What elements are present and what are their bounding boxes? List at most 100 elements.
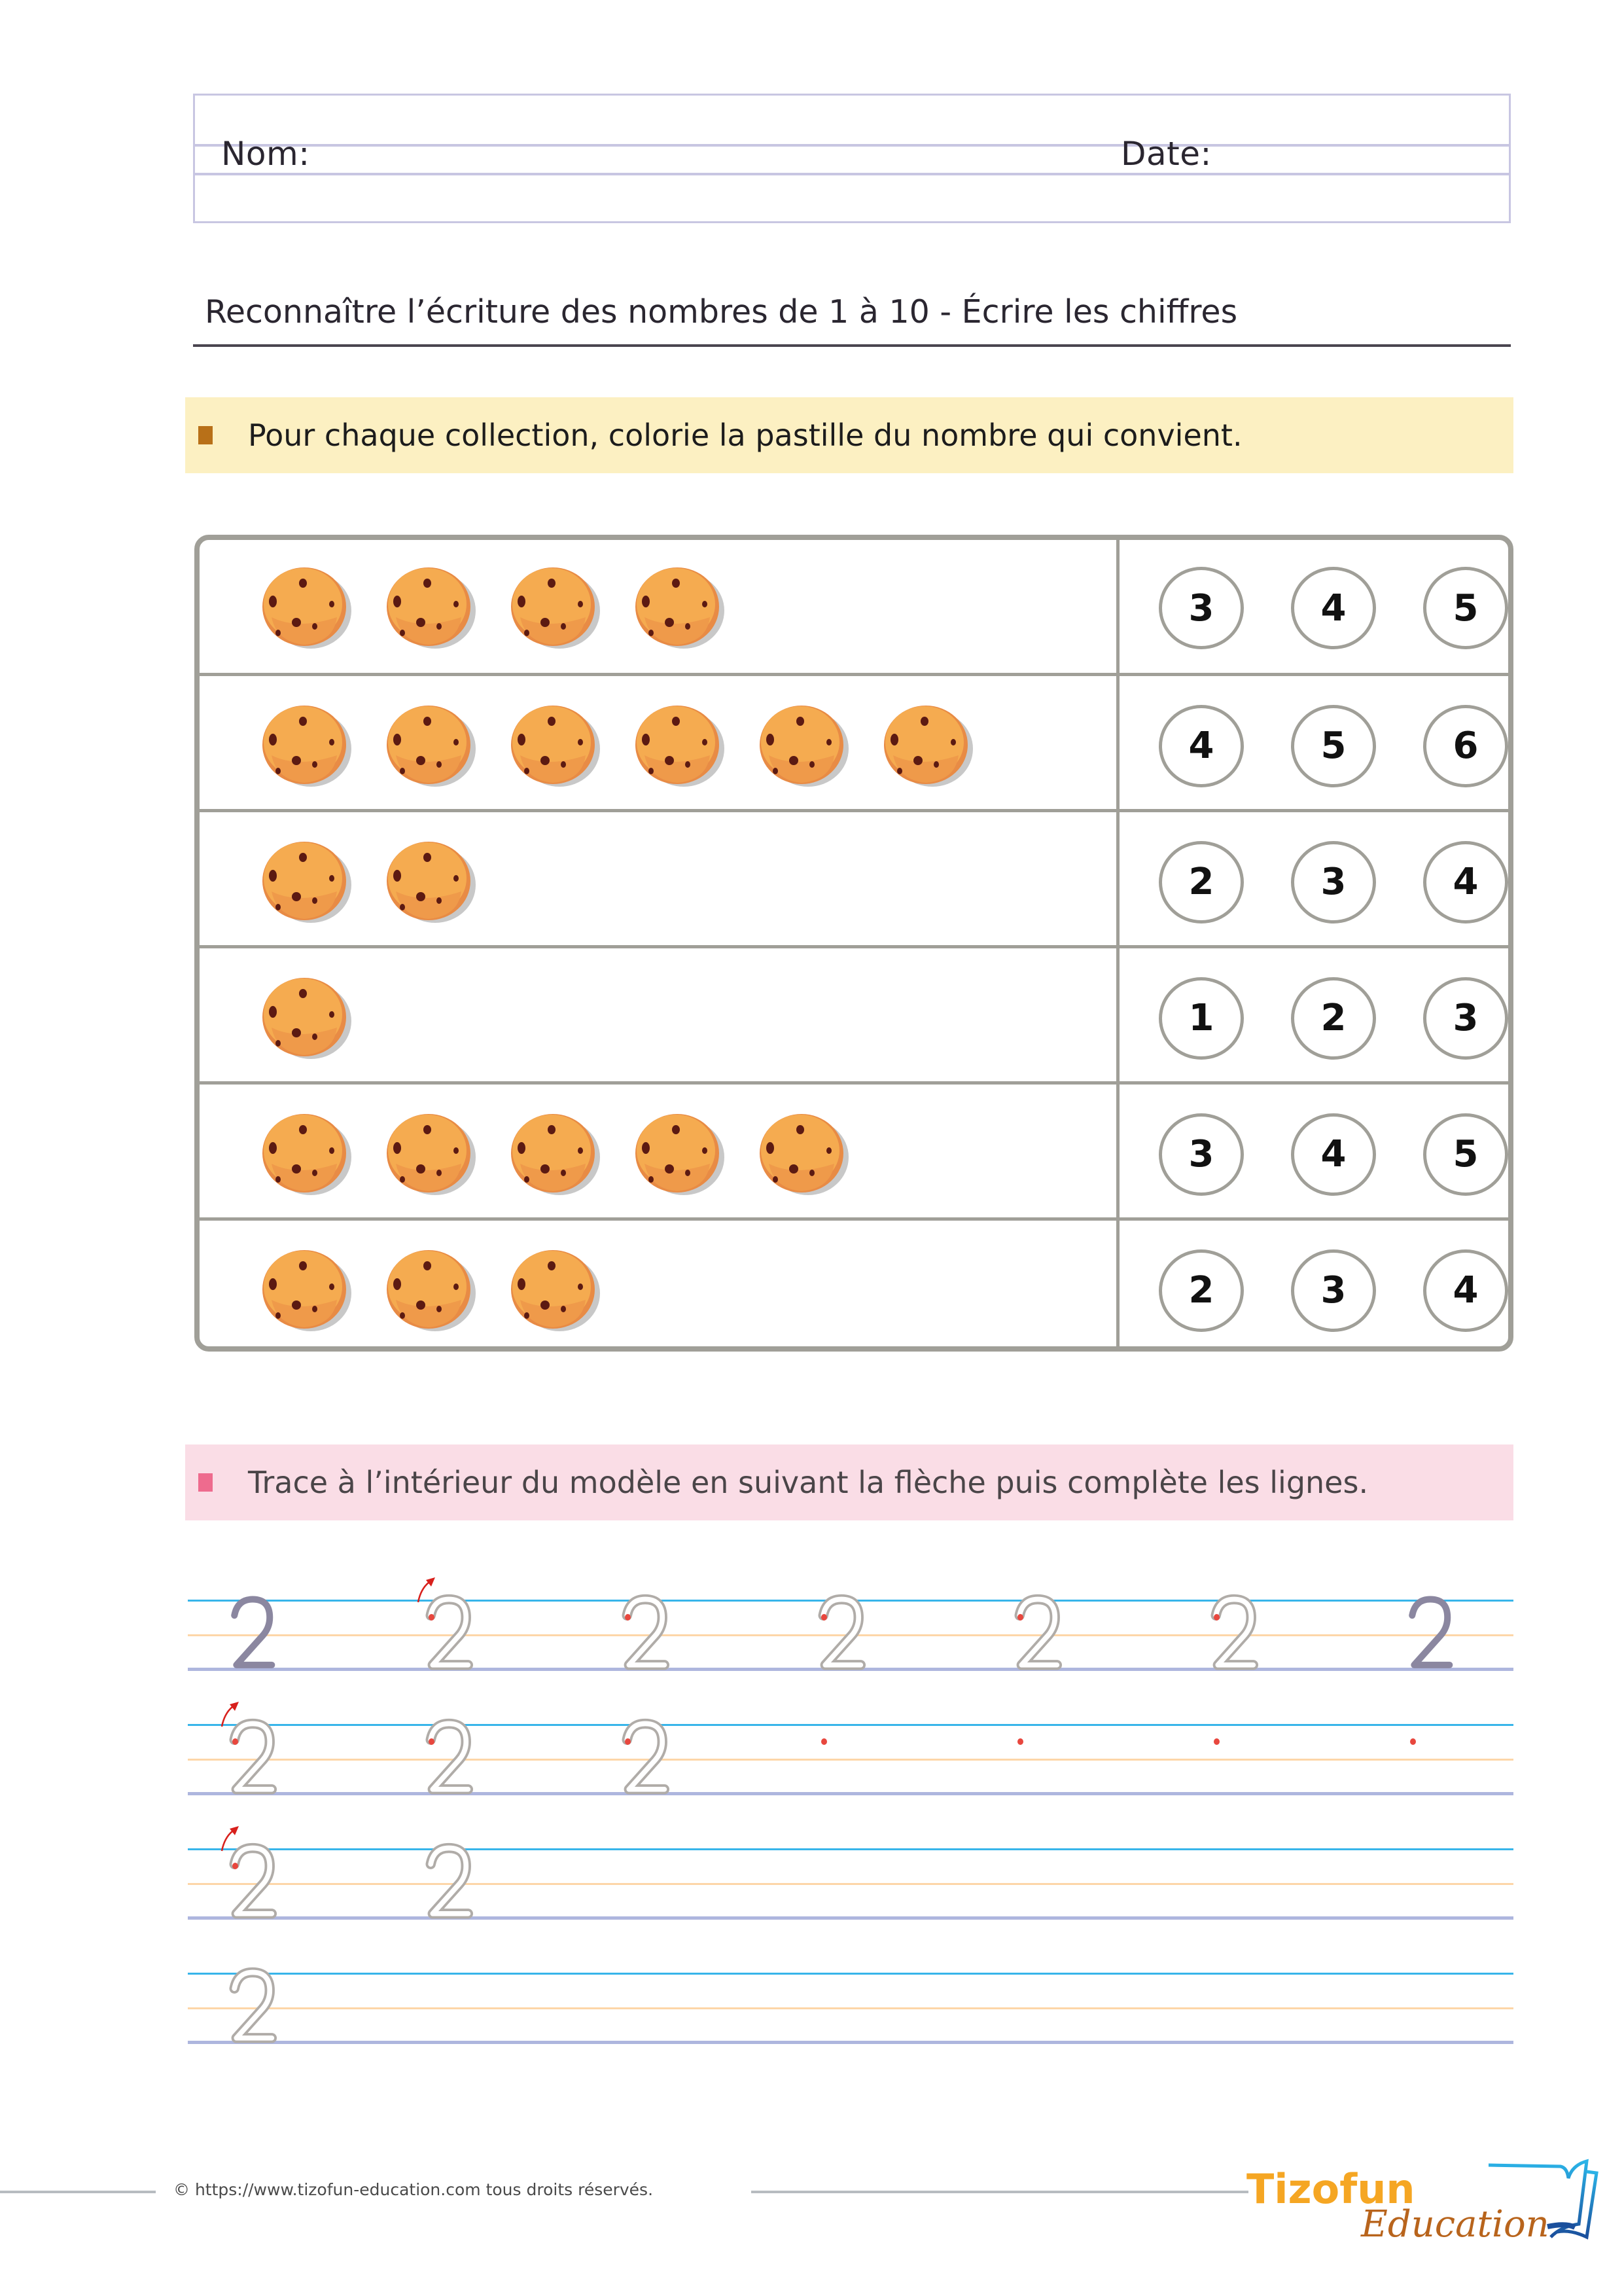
cookie-icon	[631, 703, 727, 789]
cookie-icon	[258, 839, 354, 925]
start-point-dot	[429, 1614, 434, 1621]
cookie-icon	[756, 703, 851, 789]
number-pastille[interactable]: 4	[1291, 567, 1376, 649]
cookie-icon	[383, 703, 478, 789]
cookie-icon	[258, 1111, 354, 1198]
cookie-icon	[383, 839, 478, 925]
cookie-icon	[631, 1111, 727, 1198]
cookie-collection	[200, 812, 1120, 952]
trace-digit	[620, 1594, 671, 1670]
start-point-dot	[625, 1614, 631, 1621]
cookie-collection	[200, 676, 1120, 816]
writing-baseline	[188, 1916, 1513, 1920]
number-pastille[interactable]: 5	[1423, 567, 1508, 649]
number-pastille[interactable]: 4	[1423, 1249, 1508, 1332]
cookie-icon	[507, 1247, 603, 1334]
start-point-dot	[821, 1738, 827, 1745]
model-digit	[227, 1596, 278, 1669]
cookie-icon	[258, 1247, 354, 1334]
direction-arrow-icon	[219, 1702, 245, 1728]
number-pastille[interactable]: 2	[1291, 977, 1376, 1060]
cookie-icon	[258, 975, 354, 1062]
trace-digit	[423, 1842, 474, 1919]
instruction-exercise-1: Pour chaque collection, colorie la pasti…	[185, 397, 1513, 473]
trace-digit	[423, 1718, 474, 1795]
footer-divider	[0, 2191, 156, 2193]
cookie-icon	[383, 1247, 478, 1334]
trace-digit	[816, 1594, 867, 1670]
table-row: 456	[200, 673, 1508, 816]
trace-digit	[227, 1967, 278, 2043]
start-point-dot	[821, 1614, 827, 1621]
guide-line	[195, 144, 1509, 147]
book-icon	[1489, 2159, 1598, 2240]
trace-digit	[227, 1842, 278, 1919]
start-point-dot	[232, 1863, 238, 1869]
trace-digit	[1209, 1594, 1260, 1670]
cookie-icon	[631, 565, 727, 651]
number-options: 234	[1120, 812, 1508, 952]
number-options: 345	[1120, 1085, 1508, 1224]
title-divider	[193, 344, 1511, 347]
direction-arrow-icon	[219, 1826, 245, 1852]
trace-digit	[227, 1718, 278, 1795]
writing-baseline	[188, 1792, 1513, 1795]
cookie-icon	[507, 703, 603, 789]
start-point-dot	[429, 1738, 434, 1745]
number-options: 234	[1120, 1221, 1508, 1346]
model-digit	[1405, 1596, 1456, 1669]
cookie-collection	[200, 540, 1120, 676]
cookie-icon	[507, 565, 603, 651]
writing-baseline	[188, 2041, 1513, 2044]
number-pastille[interactable]: 2	[1159, 840, 1244, 924]
writing-mid-line	[188, 1883, 1513, 1885]
name-label: Nom:	[221, 135, 310, 173]
page-title: Reconnaître l’écriture des nombres de 1 …	[205, 293, 1238, 331]
number-pastille[interactable]: 3	[1159, 1113, 1244, 1196]
table-row: 234	[200, 1217, 1508, 1346]
cookie-icon	[383, 565, 478, 651]
number-options: 345	[1120, 540, 1508, 676]
number-pastille[interactable]: 3	[1159, 567, 1244, 649]
cookie-icon	[258, 703, 354, 789]
number-pastille[interactable]: 4	[1159, 704, 1244, 787]
cookie-collection	[200, 1221, 1120, 1346]
start-point-dot	[1017, 1614, 1023, 1621]
instruction-text: Pour chaque collection, colorie la pasti…	[248, 418, 1243, 453]
number-options: 456	[1120, 676, 1508, 816]
trace-digit	[620, 1718, 671, 1795]
cookie-icon	[507, 1111, 603, 1198]
table-row: 234	[200, 809, 1508, 952]
writing-top-line	[188, 1724, 1513, 1726]
cookie-icon	[880, 703, 976, 789]
number-pastille[interactable]: 3	[1291, 1249, 1376, 1332]
number-pastille[interactable]: 4	[1423, 840, 1508, 924]
guide-line	[195, 173, 1509, 175]
counting-table: 345 4 5 6 2 3 4 1 2 3 3 4 5 2 3 4	[194, 535, 1513, 1352]
name-date-box: Nom: Date:	[193, 94, 1511, 223]
handwriting-practice	[188, 1577, 1513, 2055]
number-pastille[interactable]: 5	[1423, 1113, 1508, 1196]
trace-digit	[1012, 1594, 1063, 1670]
start-point-dot	[1214, 1738, 1220, 1745]
table-row: 345	[200, 540, 1508, 676]
number-pastille[interactable]: 2	[1159, 1249, 1244, 1332]
square-bullet-icon	[198, 1473, 213, 1492]
number-pastille[interactable]: 4	[1291, 1113, 1376, 1196]
number-pastille[interactable]: 3	[1291, 840, 1376, 924]
number-pastille[interactable]: 1	[1159, 977, 1244, 1060]
copyright-text: © https://www.tizofun-education.com tous…	[173, 2180, 654, 2199]
writing-mid-line	[188, 2007, 1513, 2009]
number-pastille[interactable]: 3	[1423, 977, 1508, 1060]
number-pastille[interactable]: 5	[1291, 704, 1376, 787]
start-point-dot	[1017, 1738, 1023, 1745]
square-bullet-icon	[198, 426, 213, 444]
tizofun-logo: Tizofun Education	[1246, 2139, 1600, 2246]
instruction-text: Trace à l’intérieur du modèle en suivant…	[248, 1465, 1369, 1500]
number-pastille[interactable]: 6	[1423, 704, 1508, 787]
table-row: 123	[200, 945, 1508, 1088]
trace-digit	[423, 1594, 474, 1670]
table-row: 345	[200, 1081, 1508, 1224]
date-label: Date:	[1121, 135, 1212, 173]
instruction-exercise-2: Trace à l’intérieur du modèle en suivant…	[185, 1444, 1513, 1520]
